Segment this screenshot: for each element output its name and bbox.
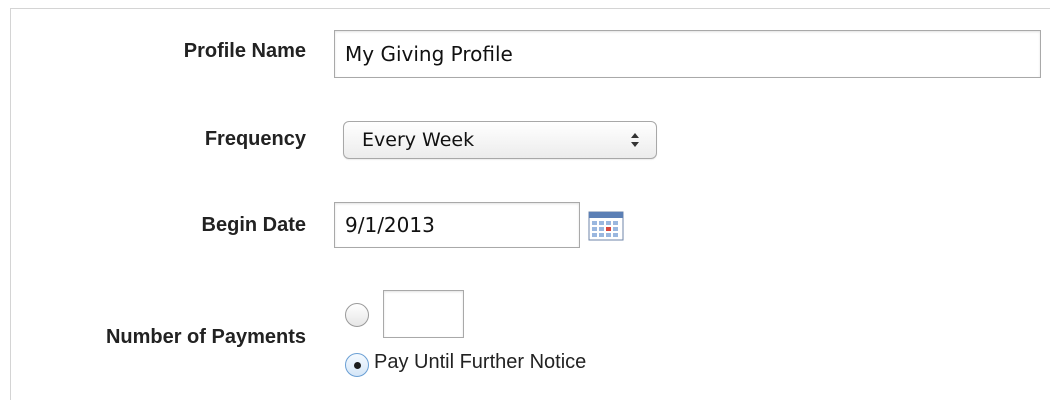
pay-until-notice-label[interactable]: Pay Until Further Notice [374, 351, 586, 374]
profile-name-label: Profile Name [183, 40, 306, 62]
calendar-icon[interactable] [588, 211, 624, 241]
number-of-payments-label: Number of Payments [105, 326, 306, 348]
frequency-selected-value: Every Week [362, 129, 475, 151]
select-arrows-icon [631, 133, 639, 147]
payment-count-radio[interactable] [345, 303, 369, 327]
profile-name-value: My Giving Profile [345, 42, 513, 66]
pay-until-notice-radio[interactable] [345, 353, 369, 377]
payment-count-input[interactable] [383, 290, 464, 338]
begin-date-label: Begin Date [201, 214, 306, 236]
frequency-select[interactable]: Every Week [343, 121, 657, 159]
begin-date-value: 9/1/2013 [345, 213, 435, 237]
begin-date-input[interactable]: 9/1/2013 [334, 202, 580, 248]
profile-name-input[interactable]: My Giving Profile [334, 30, 1041, 78]
frequency-label: Frequency [204, 128, 306, 150]
